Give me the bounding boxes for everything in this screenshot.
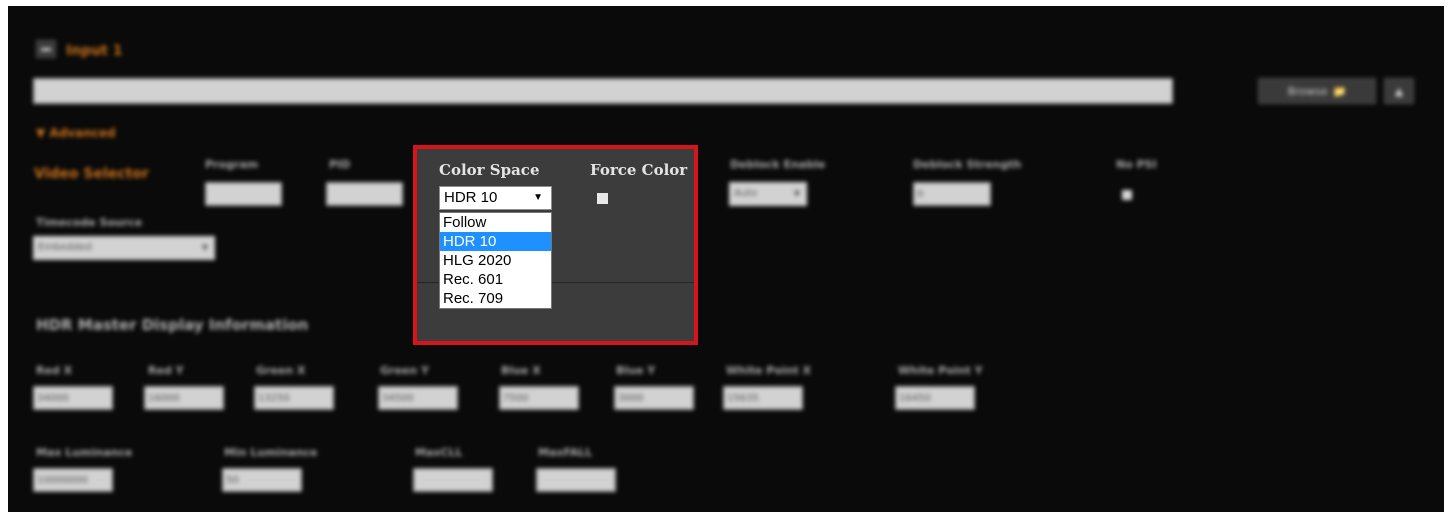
browse-button[interactable]: Browse 📁 [1258,78,1376,104]
deblock-strength-field[interactable]: 0 [913,182,991,206]
caret-down-icon: ▼ [36,126,46,140]
upload-button[interactable]: ▲ [1384,78,1414,104]
advanced-toggle[interactable]: ▼ Advanced [36,126,116,140]
maxcll-field[interactable] [413,468,493,492]
min-luminance-field[interactable]: 50 [222,468,302,492]
caret-icon: ▼ [201,243,208,252]
white-x-label: White Point X [726,364,812,377]
blue-x-field[interactable]: 7500 [499,386,579,410]
input-url-field[interactable] [33,78,1173,104]
color-space-select[interactable]: HDR 10 ▼ [439,186,552,210]
red-x-label: Red X [36,364,73,377]
timecode-source-label: Timecode Source [36,216,143,229]
green-y-field[interactable]: 34500 [378,386,458,410]
no-psi-label: No PSI [1116,158,1157,171]
option-rec601[interactable]: Rec. 601 [440,270,551,289]
max-luminance-label: Max Luminance [36,446,133,459]
blurred-background: Input 1 Browse 📁 ▲ ▼ Advanced Video Sele… [8,6,1444,512]
option-hdr10[interactable]: HDR 10 [440,232,551,251]
collapse-button[interactable] [36,40,56,58]
green-x-field[interactable]: 13250 [254,386,334,410]
pid-label: PID [329,158,351,171]
deblock-enable-label: Deblock Enable [730,158,826,171]
maxcll-label: MaxCLL [415,446,463,459]
white-y-label: White Point Y [898,364,983,377]
deblock-enable-select[interactable]: Auto ▼ [729,182,807,206]
video-selector-label: Video Selector [34,166,149,182]
no-psi-checkbox[interactable] [1122,190,1132,200]
option-hlg2020[interactable]: HLG 2020 [440,251,551,270]
input-title: Input 1 [66,43,123,59]
pid-field[interactable] [326,182,403,206]
hdr-section-title: HDR Master Display Information [36,316,309,334]
minus-icon [41,47,51,51]
red-y-label: Red Y [148,364,184,377]
input-panel: Input 1 Browse 📁 ▲ ▼ Advanced Video Sele… [8,6,1444,512]
maxfall-field[interactable] [536,468,616,492]
option-follow[interactable]: Follow [440,213,551,232]
browse-label: Browse [1287,84,1328,98]
min-luminance-label: Min Luminance [224,446,318,459]
upload-icon: ▲ [1394,84,1404,98]
program-field[interactable] [205,182,282,206]
timecode-source-value: Embedded [38,242,92,253]
program-label: Program [205,158,259,171]
deblock-enable-value: Auto [734,188,758,199]
blue-y-field[interactable]: 3000 [614,386,694,410]
color-space-selected-value: HDR 10 [444,189,498,206]
timecode-source-select[interactable]: Embedded ▼ [33,236,215,260]
color-space-label: Color Space [439,161,540,179]
option-rec709[interactable]: Rec. 709 [440,289,551,308]
red-y-field[interactable]: 16000 [144,386,224,410]
dropdown-arrow-icon: ▼ [533,192,543,203]
red-x-field[interactable]: 34000 [33,386,113,410]
force-color-label: Force Color [590,161,688,179]
caret-icon: ▼ [793,189,800,198]
advanced-label: Advanced [49,126,116,140]
blue-y-label: Blue Y [616,364,656,377]
force-color-checkbox[interactable] [597,193,608,204]
blue-x-label: Blue X [501,364,541,377]
folder-icon: 📁 [1332,84,1347,98]
deblock-strength-label: Deblock Strength [913,158,1022,171]
white-x-field[interactable]: 15635 [723,386,803,410]
maxfall-label: MaxFALL [538,446,593,459]
green-x-label: Green X [256,364,306,377]
max-luminance-field[interactable]: 10000000 [33,468,113,492]
color-space-highlight: Color Space Force Color HDR 10 ▼ Follow … [413,145,698,345]
white-y-field[interactable]: 16450 [895,386,975,410]
color-space-dropdown: Follow HDR 10 HLG 2020 Rec. 601 Rec. 709 [439,212,552,309]
green-y-label: Green Y [380,364,430,377]
